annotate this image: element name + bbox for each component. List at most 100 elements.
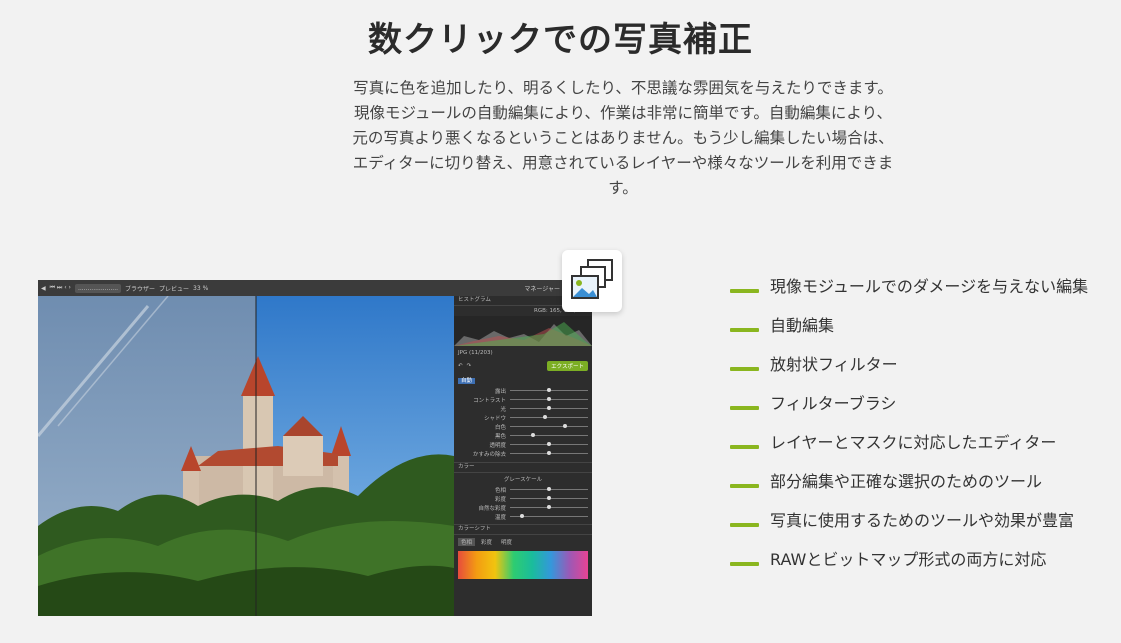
auto-tab: 自動 — [454, 374, 592, 386]
nav-icon: ⏮ ⏭ ‹ › — [49, 284, 71, 291]
feature-list: 現像モジュールでのダメージを与えない編集 自動編集 放射状フィルター フィルター… — [730, 275, 1100, 587]
feature-item: レイヤーとマスクに対応したエディター — [730, 431, 1100, 455]
slider-label: 白色 — [494, 424, 506, 431]
slider-label: 黒色 — [494, 433, 506, 440]
bullet-dash — [730, 562, 759, 566]
slider-label: 自然な彩度 — [478, 505, 506, 512]
feature-text: 自動編集 — [770, 316, 835, 335]
feature-item: 部分編集や正確な選択のためのツール — [730, 470, 1100, 494]
slider-track — [510, 397, 588, 401]
zoom-label: 33 % — [193, 284, 209, 292]
slider-label: 光 — [500, 406, 506, 413]
slider-label: 露出 — [494, 388, 506, 395]
bullet-dash — [730, 328, 759, 332]
slider-track — [510, 433, 588, 437]
slider-track — [510, 514, 588, 518]
slider-track — [510, 451, 588, 455]
slider-track — [510, 388, 588, 392]
slider-knob — [547, 397, 551, 401]
slider-row: かすみの除去 — [454, 449, 592, 458]
page-title: 数クリックでの写真補正 — [368, 20, 753, 60]
bullet-dash — [730, 445, 759, 449]
feature-item: フィルターブラシ — [730, 392, 1100, 416]
redo-icon: ↷ — [466, 363, 472, 369]
feature-text: レイヤーとマスクに対応したエディター — [770, 433, 1057, 452]
adjust-sliders: 露出 コントラスト 光 シャドウ 白色 黒色 透明度 かすみの除去 — [454, 386, 592, 458]
slider-track — [510, 496, 588, 500]
feature-text: RAWとビットマップ形式の両方に対応 — [770, 550, 1047, 569]
feature-text: フィルターブラシ — [770, 394, 897, 413]
bullet-dash — [730, 484, 759, 488]
description-line: 元の写真より悪くなるということはありません。もう少し編集したい場合は、 — [352, 129, 894, 147]
feature-text: 放射状フィルター — [770, 355, 898, 374]
slider-track — [510, 406, 588, 410]
slider-row: 黒色 — [454, 431, 592, 440]
colorshift-header: カラーシフト — [454, 524, 592, 535]
slider-label: 色相 — [494, 487, 506, 494]
auto-label: 自動 — [458, 378, 476, 384]
slider-row: 彩度 — [454, 494, 592, 503]
description-line: エディターに切り替え、用意されているレイヤーや様々なツールを利用できま — [352, 154, 894, 172]
slider-row: 露出 — [454, 386, 592, 395]
photo-stack-badge — [562, 250, 622, 312]
slider-row: 白色 — [454, 422, 592, 431]
histogram-graph — [454, 316, 592, 346]
slider-knob — [547, 496, 551, 500]
feature-text: 現像モジュールでのダメージを与えない編集 — [770, 277, 1089, 296]
slider-label: かすみの除去 — [472, 451, 506, 458]
feature-item: RAWとビットマップ形式の両方に対応 — [730, 548, 1100, 572]
slider-row: シャドウ — [454, 413, 592, 422]
description: 写真に色を追加したり、明るくしたり、不思議な雰囲気を与えたりできます。 現像モジ… — [330, 76, 916, 201]
bullet-dash — [730, 289, 759, 293]
slider-knob — [547, 388, 551, 392]
slider-track — [510, 487, 588, 491]
slider-row: 温度 — [454, 512, 592, 521]
slider-knob — [547, 487, 551, 491]
slider-label: 彩度 — [494, 496, 506, 503]
slider-row: コントラスト — [454, 395, 592, 404]
grayscale-label: グレースケール — [503, 477, 543, 483]
slider-knob — [543, 415, 548, 419]
slider-row: 自然な彩度 — [454, 503, 592, 512]
bullet-dash — [730, 367, 759, 371]
photo-stack-icon — [571, 259, 613, 299]
feature-item: 現像モジュールでのダメージを与えない編集 — [730, 275, 1100, 299]
slider-knob — [547, 451, 551, 455]
slider-knob — [519, 514, 524, 518]
slider-label: 温度 — [494, 514, 506, 521]
colorshift-tab: 色相 — [458, 538, 476, 546]
color-header: カラー — [454, 462, 592, 473]
color-spectrum — [458, 551, 588, 579]
feature-text: 部分編集や正確な選択のためのツール — [770, 472, 1043, 491]
feature-text: 写真に使用するためのツールや効果が豊富 — [770, 511, 1075, 530]
slider-track — [510, 424, 588, 428]
slider-row: 透明度 — [454, 440, 592, 449]
colorshift-tab: 明度 — [501, 540, 513, 546]
description-line: 写真に色を追加したり、明るくしたり、不思議な雰囲気を与えたりできます。 — [353, 79, 893, 97]
slider-knob — [547, 406, 551, 410]
preview-label: プレビュー — [159, 285, 190, 293]
undo-icon: ↶ — [458, 363, 463, 369]
description-line: す。 — [608, 179, 638, 197]
slider-label: シャドウ — [483, 415, 506, 422]
manager-label: マネージャー — [524, 285, 560, 293]
feature-item: 放射状フィルター — [730, 353, 1100, 377]
color-sliders: 色相 彩度 自然な彩度 温度 — [454, 485, 592, 521]
slider-knob — [547, 442, 551, 446]
slider-row: 光 — [454, 404, 592, 413]
slider-knob — [547, 505, 551, 509]
bullet-dash — [730, 406, 759, 410]
slider-knob — [562, 424, 567, 428]
app-screenshot: ◀ ⏮ ⏭ ‹ › ..................... ブラウザー プレ… — [38, 280, 592, 616]
description-line: 現像モジュールの自動編集により、作業は非常に簡単です。自動編集により、 — [353, 104, 892, 122]
slider-label: コントラスト — [473, 397, 506, 404]
slider-knob — [531, 433, 536, 437]
colorshift-tab: 彩度 — [481, 540, 493, 546]
slider-track — [510, 415, 588, 419]
path-field: ..................... — [74, 283, 122, 293]
export-button: エクスポート — [547, 361, 588, 371]
feature-item: 写真に使用するためのツールや効果が豊富 — [730, 509, 1100, 533]
slider-track — [510, 505, 588, 509]
browser-label: ブラウザー — [125, 285, 156, 293]
slider-track — [510, 442, 588, 446]
